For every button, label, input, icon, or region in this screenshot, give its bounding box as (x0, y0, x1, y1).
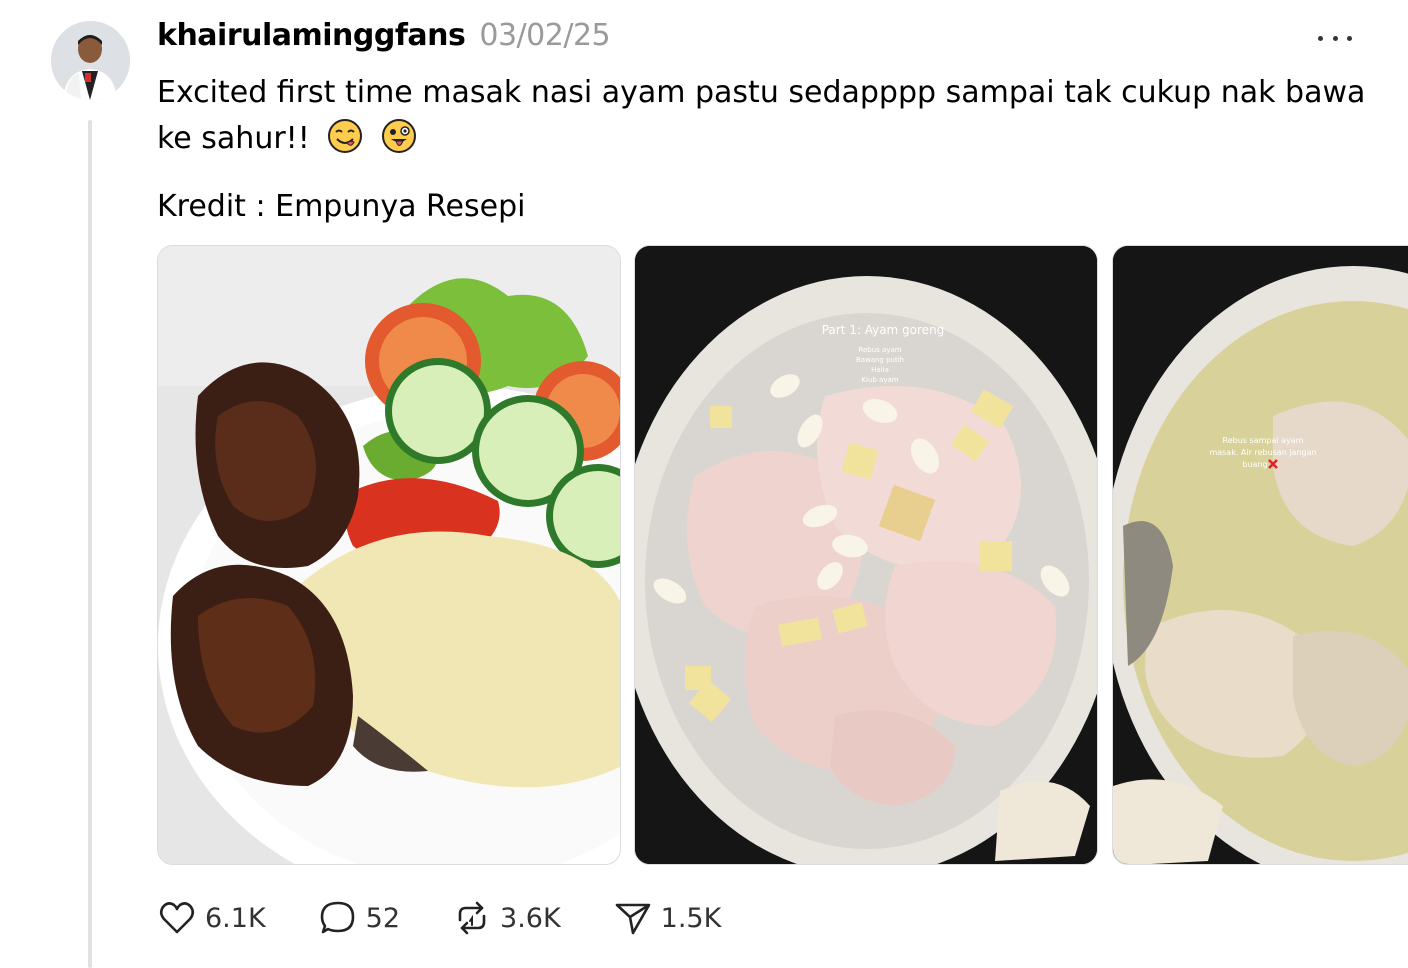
raw-chicken-pot-image: Part 1: Ayam goreng Rebus ayam Bawang pu… (635, 246, 1097, 864)
overlay3-line-2: masak. Air rebusan jangan (1209, 448, 1316, 457)
repost-button[interactable]: 3.6K (452, 898, 561, 938)
overlay-line-3: Halia (871, 366, 889, 374)
media-image-2[interactable]: Part 1: Ayam goreng Rebus ayam Bawang pu… (634, 245, 1098, 865)
share-count: 1.5K (660, 902, 722, 934)
more-icon[interactable] (1318, 28, 1352, 48)
overlay-line-1: Rebus ayam (858, 346, 901, 354)
like-button[interactable]: 6.1K (157, 898, 266, 938)
repost-count: 3.6K (500, 902, 561, 934)
share-button[interactable]: 1.5K (613, 898, 722, 938)
share-icon (615, 903, 650, 935)
overlay3-line-3: buang (1242, 460, 1267, 469)
avatar-image (51, 21, 130, 100)
overlay-line-4: Kiub ayam (861, 376, 898, 384)
comment-icon (320, 901, 354, 934)
overlay3-line-1: Rebus sampai ayam (1223, 436, 1304, 445)
post-header: khairulaminggfans 03/02/25 (157, 18, 611, 62)
winking-tongue-emoji-icon (381, 119, 416, 153)
thread-line (88, 120, 92, 968)
post-text: Excited first time masak nasi ayam pastu… (157, 70, 1387, 162)
comment-count: 52 (365, 902, 401, 934)
heart-icon (159, 902, 195, 934)
action-bar: 6.1K 52 3.6K 1.5K (157, 893, 721, 943)
overlay-title: Part 1: Ayam goreng (822, 323, 945, 337)
comment-button[interactable]: 52 (318, 898, 400, 938)
repost-icon (458, 901, 486, 935)
overlay-line-2: Bawang putih (856, 356, 904, 364)
like-count: 6.1K (205, 902, 266, 934)
username[interactable]: khairulaminggfans (157, 18, 466, 53)
yum-emoji-icon (328, 119, 363, 153)
media-image-1[interactable] (157, 245, 621, 865)
nasi-ayam-plate-image (158, 246, 620, 864)
avatar[interactable] (51, 21, 130, 100)
credit-text: Kredit : Empunya Resepi (157, 189, 526, 224)
boiled-chicken-pot-image: Rebus sampai ayam masak. Air rebusan jan… (1113, 246, 1408, 864)
post-card: khairulaminggfans 03/02/25 Excited first… (0, 0, 1408, 968)
timestamp[interactable]: 03/02/25 (479, 18, 610, 53)
media-image-3[interactable]: Rebus sampai ayam masak. Air rebusan jan… (1112, 245, 1408, 865)
